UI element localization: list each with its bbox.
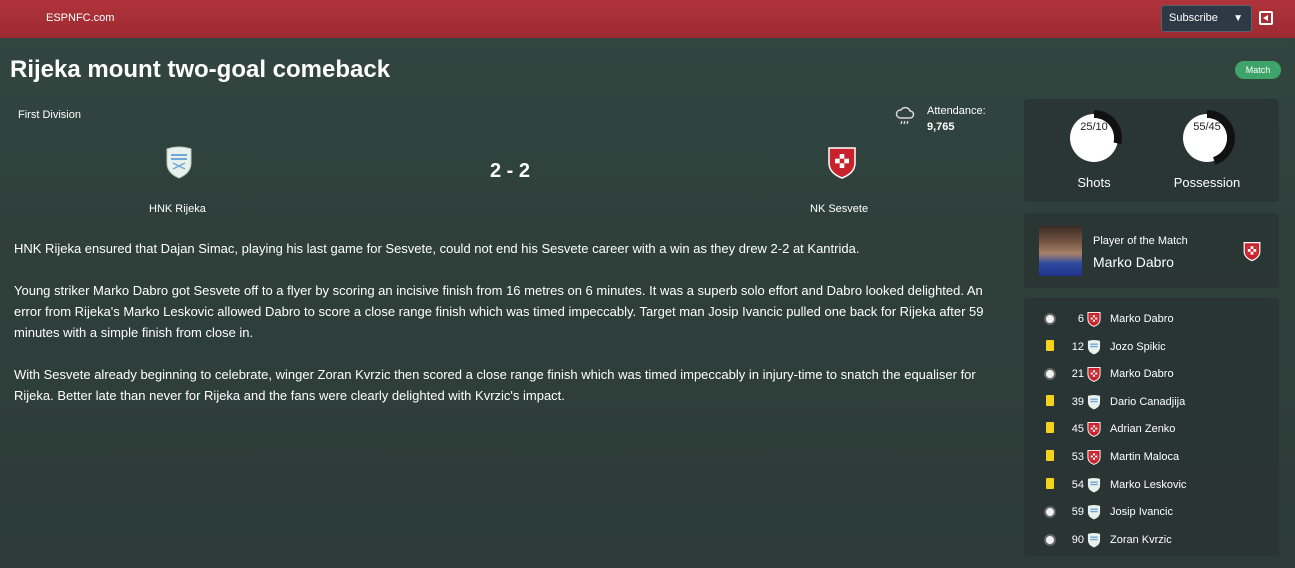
- home-crest-icon: [1087, 532, 1101, 548]
- stats-panel: 25/10 Shots 55/45 Possession: [1024, 99, 1279, 202]
- top-bar: ESPNFC.com Subscribe ▼: [0, 0, 1295, 38]
- avatar: [1039, 226, 1082, 276]
- event-row[interactable]: 21 Marko Dabro: [1024, 364, 1279, 384]
- match-badge: Match: [1235, 61, 1281, 79]
- event-row[interactable]: 39 Dario Canadjija: [1024, 392, 1279, 412]
- report-paragraph: With Sesvete already beginning to celebr…: [14, 367, 976, 403]
- away-crest-icon: [1087, 367, 1101, 383]
- event-row[interactable]: 12 Jozo Spikic: [1024, 337, 1279, 357]
- away-team-name[interactable]: NK Sesvete: [810, 203, 868, 215]
- shots-value: 25/10: [1080, 121, 1108, 133]
- event-minute: 59: [1071, 506, 1084, 519]
- event-row[interactable]: 54 Marko Leskovic: [1024, 475, 1279, 495]
- away-crest-icon: [1087, 312, 1101, 327]
- chevron-down-icon: ▼: [1233, 13, 1243, 24]
- event-player[interactable]: Josip Ivancic: [1110, 506, 1173, 518]
- possession-caption: Possession: [1173, 175, 1241, 190]
- event-player[interactable]: Marko Dabro: [1110, 368, 1174, 380]
- home-team-name[interactable]: HNK Rijeka: [149, 203, 206, 215]
- event-player[interactable]: Martin Maloca: [1110, 451, 1179, 463]
- competition-label: First Division: [18, 109, 81, 121]
- attendance-value: 9,765: [927, 121, 955, 133]
- event-player[interactable]: Jozo Spikic: [1110, 341, 1166, 353]
- subscribe-label: Subscribe: [1169, 12, 1218, 24]
- ball-icon: [1044, 313, 1056, 325]
- event-player[interactable]: Adrian Zenko: [1110, 423, 1175, 435]
- yellow-card-icon: [1046, 422, 1054, 434]
- possession-value: 55/45: [1193, 121, 1221, 133]
- event-player[interactable]: Dario Canadjija: [1110, 396, 1185, 408]
- ball-icon: [1044, 533, 1056, 546]
- potm-label: Player of the Match: [1093, 235, 1188, 247]
- match-score: 2 - 2: [489, 160, 531, 182]
- home-crest-icon: [1087, 394, 1101, 410]
- event-row[interactable]: 53 Martin Maloca: [1024, 447, 1279, 467]
- player-of-the-match-panel[interactable]: Player of the Match Marko Dabro: [1024, 213, 1279, 288]
- event-row[interactable]: 45 Adrian Zenko: [1024, 419, 1279, 439]
- possession-donut: [1179, 110, 1235, 166]
- home-crest-icon[interactable]: [165, 145, 193, 179]
- away-crest-icon[interactable]: [827, 145, 857, 179]
- match-report: HNK Rijeka ensured that Dajan Simac, pla…: [14, 238, 999, 427]
- ball-icon: [1044, 368, 1056, 381]
- cloud-rain-icon: [895, 106, 915, 125]
- yellow-card-icon: [1046, 394, 1054, 406]
- home-crest-icon: [1087, 505, 1101, 520]
- ball-icon: [1044, 506, 1056, 519]
- event-player[interactable]: Zoran Kvrzic: [1110, 534, 1172, 546]
- event-row[interactable]: 59 Josip Ivancic: [1024, 502, 1279, 522]
- event-minute: 21: [1071, 368, 1084, 381]
- event-minute: 6: [1077, 313, 1084, 325]
- potm-name[interactable]: Marko Dabro: [1093, 254, 1174, 270]
- event-minute: 54: [1071, 478, 1084, 491]
- event-minute: 39: [1071, 395, 1084, 408]
- match-events-panel: 6 Marko Dabro 12 Jozo Spikic 21 Marko Dabro 39…: [1024, 298, 1279, 556]
- event-minute: 90: [1071, 533, 1084, 546]
- home-crest-icon: [1087, 477, 1101, 493]
- shots-donut: [1066, 110, 1122, 166]
- attendance-label: Attendance:: [927, 105, 986, 117]
- yellow-card-icon: [1046, 339, 1054, 351]
- event-minute: 45: [1071, 423, 1084, 436]
- away-crest-icon: [1087, 450, 1101, 465]
- article-headline: Rijeka mount two-goal comeback: [10, 56, 391, 83]
- report-paragraph: HNK Rijeka ensured that Dajan Simac, pla…: [14, 241, 860, 256]
- event-minute: 53: [1071, 451, 1084, 463]
- subscribe-button[interactable]: Subscribe ▼: [1161, 5, 1252, 32]
- event-row[interactable]: 90 Zoran Kvrzic: [1024, 530, 1279, 550]
- report-paragraph: Young striker Marko Dabro got Sesvete of…: [14, 283, 984, 340]
- back-icon[interactable]: [1259, 11, 1273, 25]
- shots-caption: Shots: [1077, 175, 1111, 190]
- yellow-card-icon: [1046, 450, 1054, 461]
- home-crest-icon: [1087, 339, 1101, 355]
- brand-label: ESPNFC.com: [46, 12, 115, 24]
- yellow-card-icon: [1046, 477, 1054, 489]
- away-crest-icon: [1087, 422, 1101, 438]
- event-row[interactable]: 6 Marko Dabro: [1024, 309, 1279, 329]
- event-player[interactable]: Marko Dabro: [1110, 313, 1174, 325]
- event-player[interactable]: Marko Leskovic: [1110, 479, 1186, 491]
- away-crest-icon: [1243, 242, 1261, 262]
- event-minute: 12: [1071, 340, 1084, 353]
